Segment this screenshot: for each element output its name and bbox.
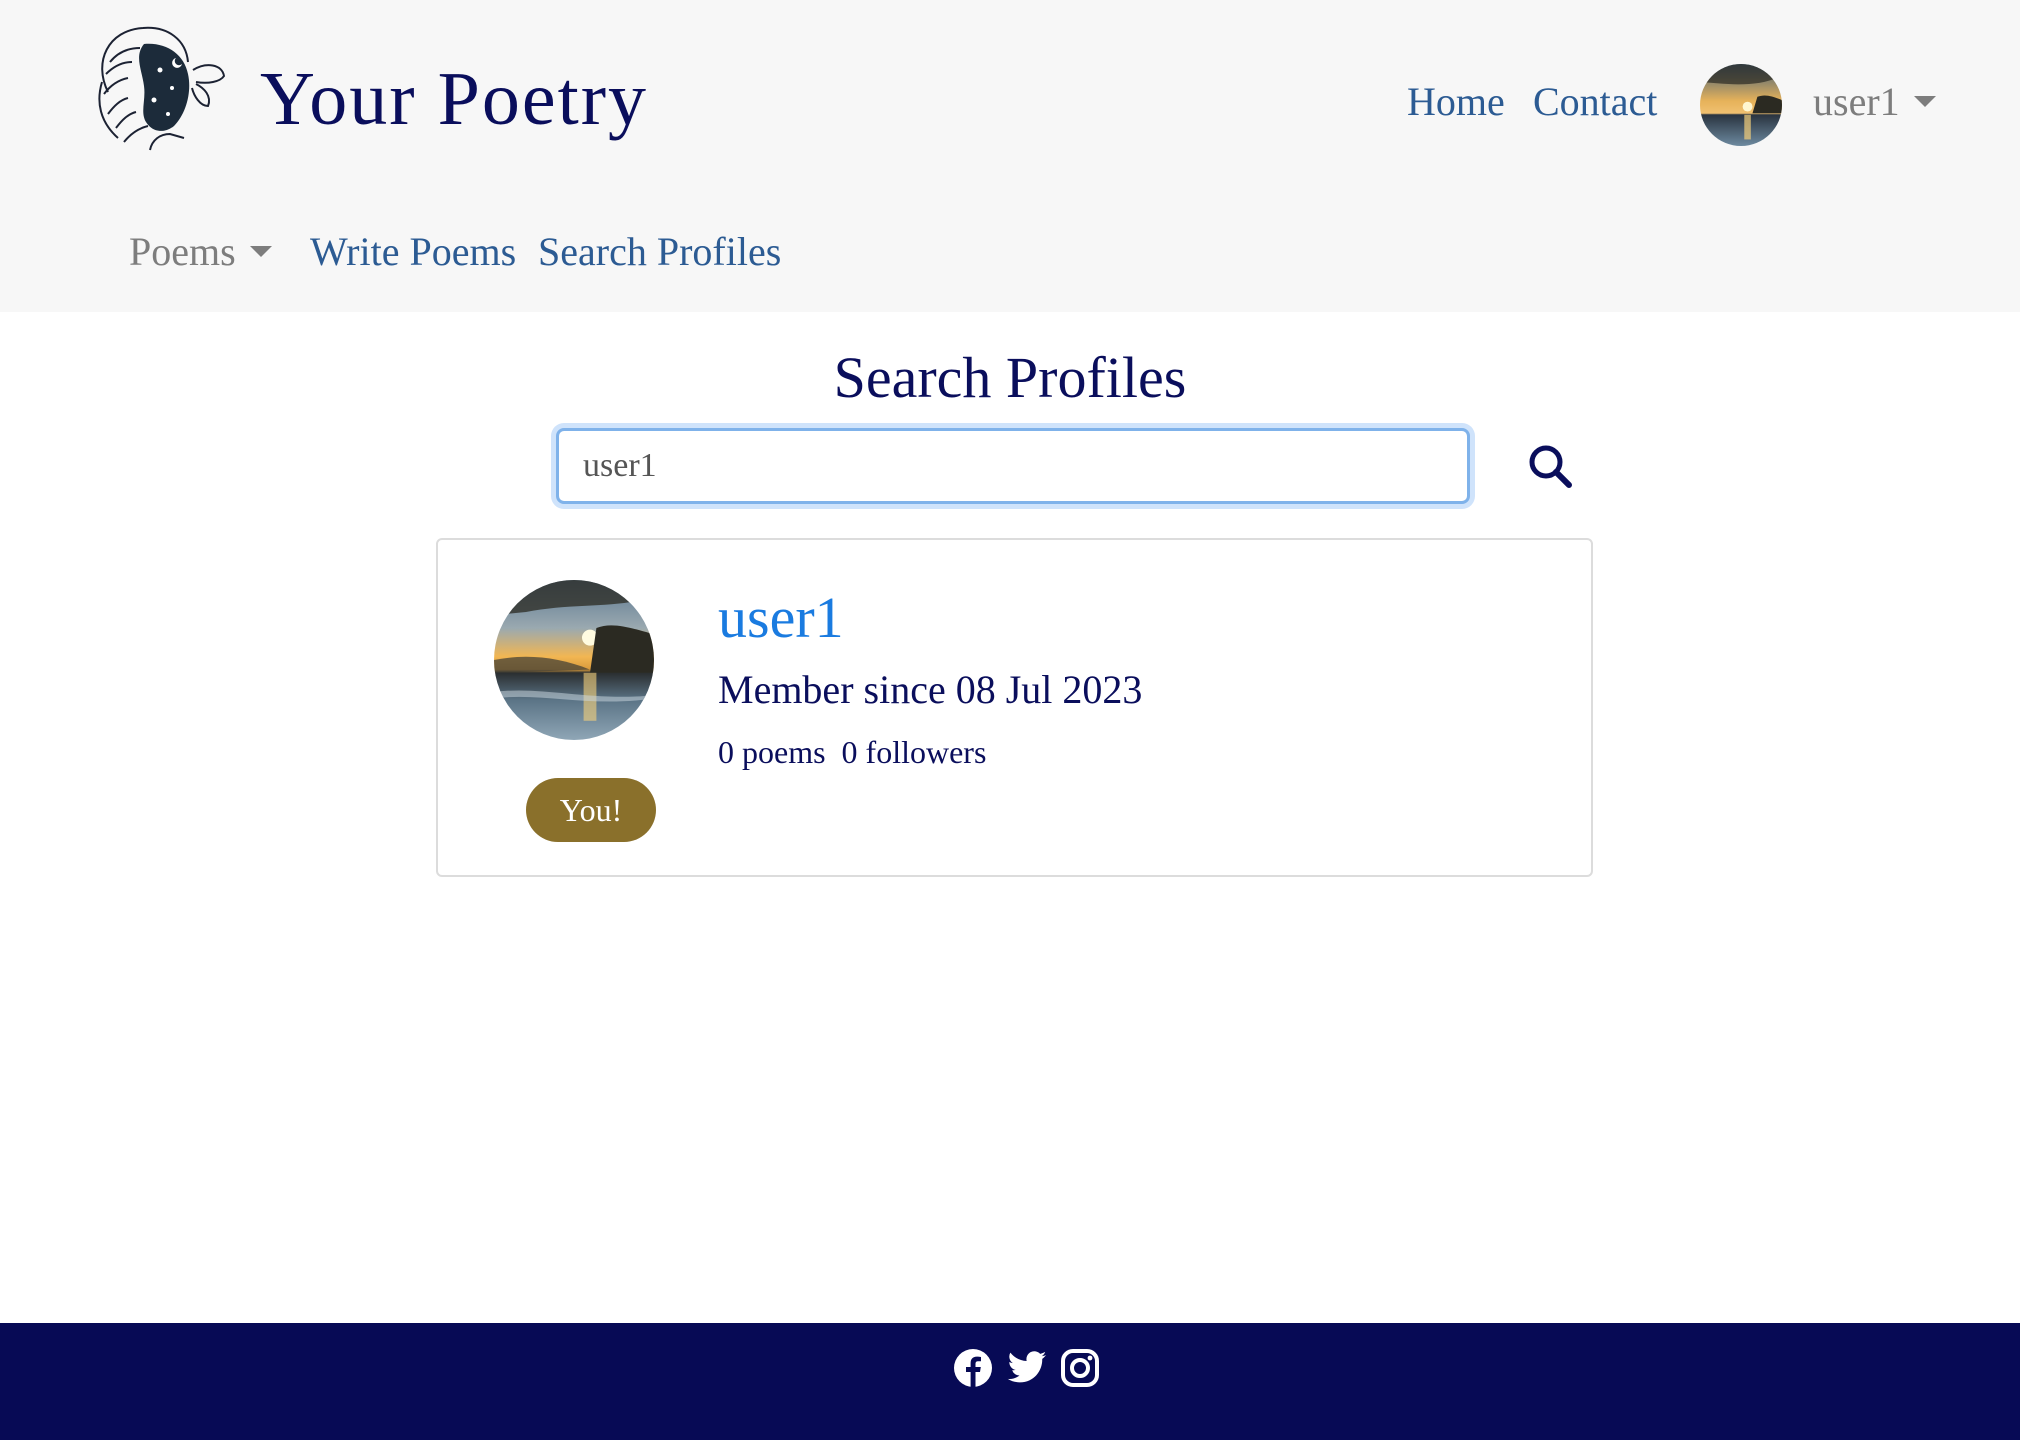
- profile-stats: 0 poems 0 followers: [718, 734, 986, 771]
- brand-title[interactable]: Your Poetry: [260, 56, 648, 143]
- user-menu-toggle[interactable]: user1: [1813, 78, 1936, 125]
- facebook-link[interactable]: [952, 1347, 994, 1389]
- search-input[interactable]: [556, 428, 1470, 504]
- poems-count: 0 poems: [718, 734, 826, 770]
- brand-logo[interactable]: [88, 22, 228, 156]
- search-icon: [1529, 445, 1572, 488]
- twitter-link[interactable]: [1006, 1347, 1048, 1389]
- you-badge: You!: [526, 778, 656, 842]
- user-avatar[interactable]: [1700, 64, 1782, 146]
- nav-link-contact[interactable]: Contact: [1533, 78, 1657, 125]
- chevron-down-icon: [249, 246, 272, 257]
- nav-link-home[interactable]: Home: [1407, 78, 1505, 125]
- profile-username-link[interactable]: user1: [718, 584, 844, 651]
- poems-dropdown-label: Poems: [129, 229, 236, 274]
- twitter-icon: [1007, 1351, 1047, 1383]
- profile-avatar[interactable]: [494, 580, 654, 740]
- followers-count: 0 followers: [841, 734, 987, 770]
- chevron-down-icon: [1913, 96, 1936, 107]
- footer: [0, 1323, 2020, 1440]
- page-title: Search Profiles: [833, 345, 1187, 410]
- user-menu-label: user1: [1813, 79, 1900, 124]
- instagram-link[interactable]: [1059, 1347, 1101, 1389]
- navbar: Your Poetry Home Contact user1 Poems Wri…: [0, 0, 2020, 312]
- instagram-icon: [1061, 1349, 1099, 1387]
- nav-link-search-profiles[interactable]: Search Profiles: [538, 228, 781, 275]
- facebook-icon: [954, 1349, 992, 1387]
- nav-link-write-poems[interactable]: Write Poems: [310, 228, 516, 275]
- poems-dropdown-toggle[interactable]: Poems: [129, 228, 272, 275]
- profile-result-card: You! user1 Member since 08 Jul 2023 0 po…: [436, 538, 1593, 877]
- member-since-text: Member since 08 Jul 2023: [718, 667, 1143, 712]
- search-button[interactable]: [1524, 440, 1576, 492]
